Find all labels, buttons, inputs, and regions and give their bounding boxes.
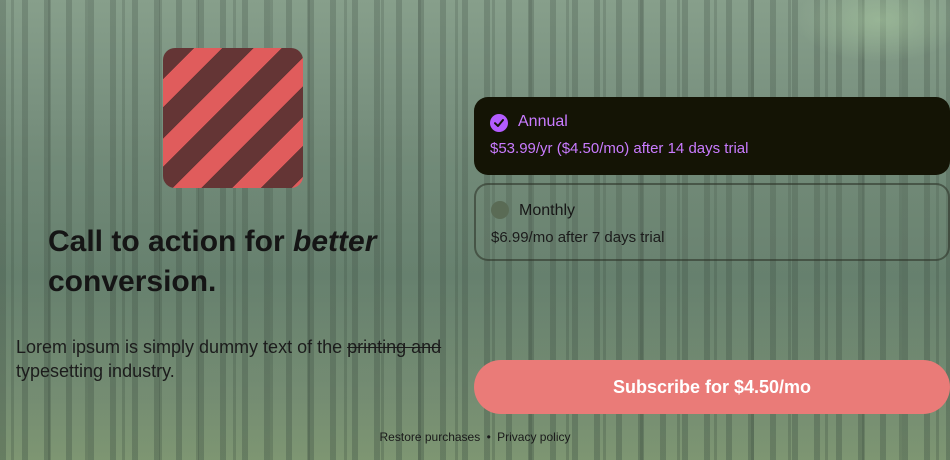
headline-prefix: Call to action for (48, 225, 294, 258)
description-end: typesetting industry. (16, 361, 175, 381)
plan-annual-price: $53.99/yr ($4.50/mo) after 14 days trial (490, 140, 749, 157)
headline-suffix: conversion. (48, 265, 217, 298)
check-circle-icon (490, 114, 508, 132)
plan-monthly-title: Monthly (519, 202, 576, 219)
footer-separator: • (486, 430, 491, 444)
headline: Call to action for better conversion. (48, 222, 448, 302)
subscribe-button[interactable]: Subscribe for $4.50/mo (474, 360, 950, 414)
footer-links: Restore purchases • Privacy policy (0, 430, 950, 444)
app-logo-icon (163, 48, 303, 188)
headline-emphasis: better (293, 225, 377, 258)
plan-monthly-option[interactable]: Monthly $6.99/mo after 7 days trial (474, 183, 950, 261)
description-strike: printing and (347, 337, 442, 357)
description: Lorem ipsum is simply dummy text of the … (16, 335, 466, 383)
plan-annual-option[interactable]: Annual $53.99/yr ($4.50/mo) after 14 day… (474, 97, 950, 175)
privacy-policy-link[interactable]: Privacy policy (497, 430, 570, 444)
restore-purchases-link[interactable]: Restore purchases (380, 430, 481, 444)
radio-empty-icon (491, 201, 509, 219)
plan-monthly-price: $6.99/mo after 7 days trial (491, 229, 665, 246)
description-start: Lorem ipsum is simply dummy text of the (16, 337, 348, 357)
plan-annual-title: Annual (518, 113, 568, 130)
